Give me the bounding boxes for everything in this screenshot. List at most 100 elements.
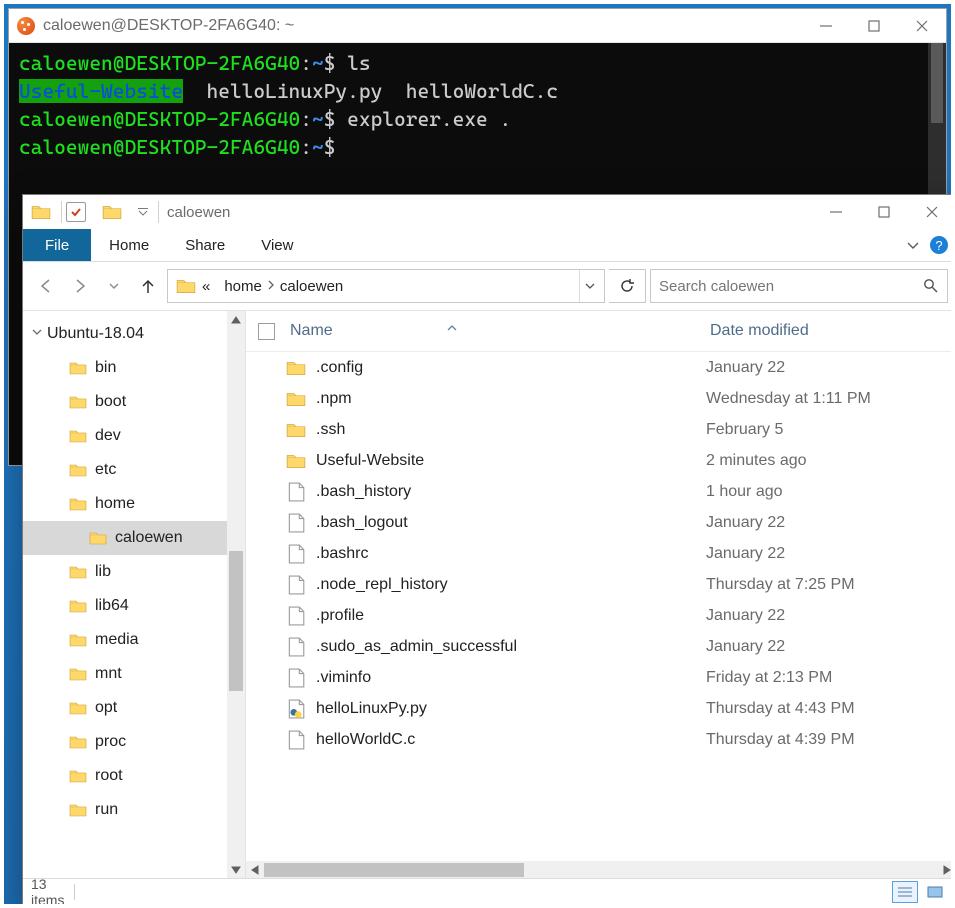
file-row[interactable]: .configJanuary 22 — [246, 352, 955, 383]
tree-item[interactable]: bin — [23, 351, 245, 385]
file-row[interactable]: Useful-Website2 minutes ago — [246, 445, 955, 476]
scroll-up-button[interactable] — [227, 311, 245, 329]
tree-item[interactable]: lib64 — [23, 589, 245, 623]
tree-item[interactable]: mnt — [23, 657, 245, 691]
file-row[interactable]: .bash_logoutJanuary 22 — [246, 507, 955, 538]
tree-item[interactable]: proc — [23, 725, 245, 759]
file-row[interactable]: .profileJanuary 22 — [246, 600, 955, 631]
qat-customize-button[interactable] — [136, 208, 150, 216]
file-row[interactable]: helloWorldC.cThursday at 4:39 PM — [246, 724, 955, 755]
scroll-left-button[interactable] — [246, 861, 264, 879]
tree-item[interactable]: boot — [23, 385, 245, 419]
select-all-checkbox[interactable] — [246, 323, 286, 340]
horizontal-scrollbar[interactable] — [246, 861, 955, 879]
breadcrumb-prefix[interactable]: « — [200, 278, 212, 295]
close-button[interactable] — [898, 11, 946, 41]
file-row[interactable]: .bash_history1 hour ago — [246, 476, 955, 507]
folder-icon — [31, 202, 51, 222]
recent-locations-button[interactable] — [99, 271, 129, 301]
close-button[interactable] — [908, 196, 955, 228]
file-row[interactable]: .bashrcJanuary 22 — [246, 538, 955, 569]
tab-view[interactable]: View — [243, 229, 311, 261]
up-button[interactable] — [133, 271, 163, 301]
folder-icon — [69, 767, 87, 785]
file-row[interactable]: helloLinuxPy.pyThursday at 4:43 PM — [246, 693, 955, 724]
python-icon — [286, 699, 306, 719]
tree-label: mnt — [95, 665, 122, 683]
breadcrumb-segment[interactable]: home — [222, 278, 264, 295]
file-date: Friday at 2:13 PM — [706, 669, 955, 687]
tree-item[interactable]: opt — [23, 691, 245, 725]
file-row[interactable]: .sshFebruary 5 — [246, 414, 955, 445]
qat-properties-button[interactable] — [66, 202, 86, 222]
separator — [158, 201, 159, 223]
help-button[interactable]: ? — [930, 236, 948, 254]
file-row[interactable]: .viminfoFriday at 2:13 PM — [246, 662, 955, 693]
terminal-line: Useful-Website helloLinuxPy.py helloWorl… — [19, 77, 936, 105]
scrollbar-thumb[interactable] — [264, 863, 524, 877]
tree-item[interactable]: lib — [23, 555, 245, 589]
folder-icon — [69, 427, 87, 445]
tree-item[interactable]: root — [23, 759, 245, 793]
navigation-tree[interactable]: Ubuntu-18.04 binbootdevetc home caloewen li… — [23, 311, 246, 879]
scroll-right-button[interactable] — [938, 861, 955, 879]
folder-icon — [102, 202, 122, 222]
column-header-date[interactable]: Date modified — [710, 322, 955, 340]
tree-item[interactable]: media — [23, 623, 245, 657]
scrollbar-thumb[interactable] — [229, 551, 243, 691]
folder-icon — [286, 451, 306, 471]
folder-icon — [286, 358, 306, 378]
minimize-button[interactable] — [802, 11, 850, 41]
file-name: .bash_history — [316, 483, 411, 501]
separator — [61, 201, 62, 223]
file-row[interactable]: .npmWednesday at 1:11 PM — [246, 383, 955, 414]
file-list[interactable]: Name Date modified .configJanuary 22.npm… — [246, 311, 955, 879]
file-icon — [286, 668, 306, 688]
address-bar[interactable]: « home caloewen — [167, 269, 605, 303]
file-date: Wednesday at 1:11 PM — [706, 390, 955, 408]
search-input[interactable]: Search caloewen — [650, 269, 948, 303]
tab-file[interactable]: File — [23, 229, 91, 261]
chevron-right-icon[interactable] — [264, 278, 278, 295]
tree-label: caloewen — [115, 529, 183, 547]
folder-icon — [69, 495, 87, 513]
scrollbar-thumb[interactable] — [931, 43, 943, 123]
file-name: .profile — [316, 607, 364, 625]
breadcrumb-segment[interactable]: caloewen — [278, 278, 345, 295]
tree-item[interactable]: home — [23, 487, 245, 521]
tab-home[interactable]: Home — [91, 229, 167, 261]
sort-indicator-icon — [446, 320, 458, 338]
scroll-down-button[interactable] — [227, 861, 245, 879]
tree-scrollbar[interactable] — [227, 311, 245, 879]
explorer-titlebar[interactable]: caloewen — [23, 195, 955, 229]
file-name: helloLinuxPy.py — [316, 700, 427, 718]
details-view-button[interactable] — [892, 881, 918, 903]
tree-label: home — [95, 495, 135, 513]
tree-item[interactable]: run — [23, 793, 245, 827]
forward-button[interactable] — [65, 271, 95, 301]
folder-icon — [69, 393, 87, 411]
maximize-button[interactable] — [850, 11, 898, 41]
tree-item-selected[interactable]: caloewen — [23, 521, 245, 555]
chevron-down-icon[interactable] — [31, 325, 45, 343]
refresh-button[interactable] — [609, 269, 646, 303]
maximize-button[interactable] — [860, 196, 908, 228]
tree-item[interactable]: etc — [23, 453, 245, 487]
file-row[interactable]: .node_repl_historyThursday at 7:25 PM — [246, 569, 955, 600]
tree-label: proc — [95, 733, 126, 751]
column-header-name[interactable]: Name — [286, 322, 710, 340]
search-icon — [923, 278, 939, 294]
minimize-button[interactable] — [812, 196, 860, 228]
tab-share[interactable]: Share — [167, 229, 243, 261]
thumbnails-view-button[interactable] — [922, 881, 948, 903]
back-button[interactable] — [31, 271, 61, 301]
folder-icon — [69, 631, 87, 649]
file-icon — [286, 482, 306, 502]
file-row[interactable]: .sudo_as_admin_successfulJanuary 22 — [246, 631, 955, 662]
expand-ribbon-button[interactable] — [900, 232, 926, 258]
tree-root[interactable]: Ubuntu-18.04 — [23, 317, 245, 351]
tree-item[interactable]: dev — [23, 419, 245, 453]
address-history-button[interactable] — [579, 270, 600, 302]
file-date: Thursday at 4:39 PM — [706, 731, 955, 749]
terminal-titlebar[interactable]: caloewen@DESKTOP-2FA6G40: ~ — [9, 9, 946, 43]
